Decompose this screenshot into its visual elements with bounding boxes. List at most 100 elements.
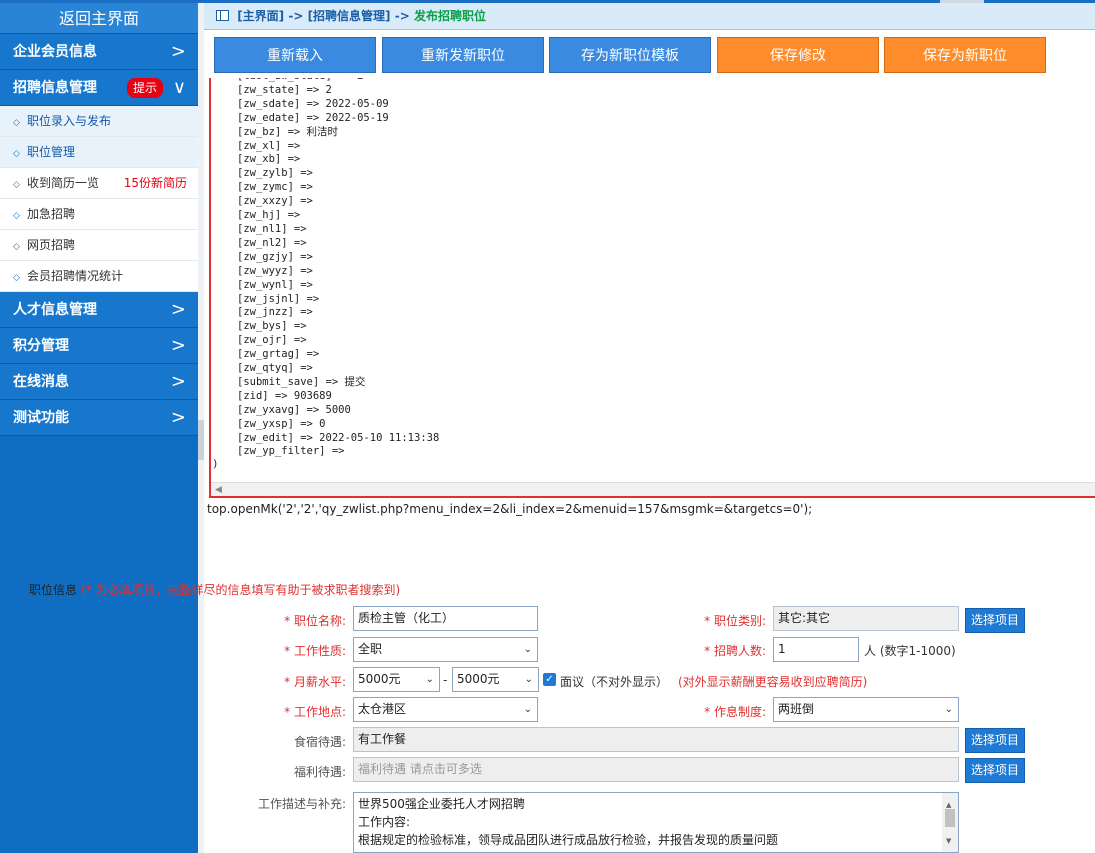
select-value: 5000元 <box>457 672 500 686</box>
sidebar-category-test[interactable]: 测试功能 > <box>0 400 198 436</box>
schedule-label: * 作息制度: <box>704 705 766 719</box>
sidebar-category-enterprise[interactable]: 企业会员信息 > <box>0 34 198 70</box>
salary-max-select[interactable]: 5000元 ⌄ <box>452 667 539 692</box>
sidebar-category-talent[interactable]: 人才信息管理 > <box>0 292 198 328</box>
sidebar: 返回主界面 企业会员信息 > 招聘信息管理 提示 ∨ ◇ 职位录入与发布 ◇ 职位管… <box>0 3 198 853</box>
job-type-field: 其它:其它 <box>773 606 959 631</box>
description-textarea[interactable]: 世界500强企业委托人才网招聘 工作内容: 根据规定的检验标准，领导成品团队进行… <box>353 792 959 853</box>
job-type-pick-button[interactable]: 选择项目 <box>965 608 1026 633</box>
sidebar-item-label: 网页招聘 <box>27 238 76 252</box>
form-hint: (* 为必填项目，完整详尽的信息填写有助于被求职者搜索到) <box>81 583 401 597</box>
description-line: 世界500强企业委托人才网招聘 <box>358 797 525 811</box>
meals-pick-button[interactable]: 选择项目 <box>965 728 1026 753</box>
select-value: 5000元 <box>358 672 401 686</box>
diamond-icon: ◇ <box>13 180 20 190</box>
chevron-down-icon: ⌄ <box>523 704 532 715</box>
diamond-icon: ◇ <box>13 211 20 221</box>
textarea-scrollbar[interactable]: ▲ ▼ <box>942 793 958 852</box>
reload-button[interactable]: 重新载入 <box>214 37 376 73</box>
sidebar-item-resumes[interactable]: ◇ 收到简历一览 15份新简历 <box>0 168 198 199</box>
sidebar-item-urgent[interactable]: ◇ 加急招聘 <box>0 199 198 230</box>
republish-button[interactable]: 重新发新职位 <box>382 37 544 73</box>
chevron-down-icon: ⌄ <box>425 674 434 685</box>
chevron-right-icon: > <box>170 335 186 356</box>
chevron-down-icon: ⌄ <box>524 674 533 685</box>
select-value: 两班倒 <box>778 702 815 716</box>
job-name-input[interactable]: 质检主管（化工） <box>353 606 538 631</box>
sidebar-category-points[interactable]: 积分管理 > <box>0 328 198 364</box>
horizontal-scrollbar[interactable]: ◀ <box>211 482 1095 496</box>
description-label: 工作描述与补充: <box>257 797 346 811</box>
benefits-field[interactable]: 福利待遇 请点击可多选 <box>353 757 959 782</box>
category-label: 在线消息 <box>13 374 69 390</box>
breadcrumb-section[interactable]: [招聘信息管理] <box>308 9 391 23</box>
sidebar-category-recruitment[interactable]: 招聘信息管理 提示 ∨ <box>0 70 198 106</box>
scroll-thumb[interactable] <box>945 809 955 827</box>
save-new-button[interactable]: 保存为新职位 <box>884 37 1046 73</box>
diamond-icon: ◇ <box>13 273 20 283</box>
schedule-select[interactable]: 两班倒 ⌄ <box>773 697 959 722</box>
js-output-line: top.openMk('2','2','qy_zwlist.php?menu_i… <box>207 502 813 516</box>
job-type-label: * 职位类别: <box>704 614 766 628</box>
chevron-right-icon: > <box>170 371 186 392</box>
diamond-icon: ◇ <box>13 118 20 128</box>
job-name-label: * 职位名称: <box>284 614 346 628</box>
sidebar-item-label: 职位管理 <box>27 145 76 159</box>
category-label: 招聘信息管理 <box>13 80 97 96</box>
headcount-input[interactable]: 1 <box>773 637 859 662</box>
sidebar-item-label: 会员招聘情况统计 <box>27 269 124 283</box>
negotiable-label: 面议（不对外显示） <box>560 675 669 689</box>
description-line: 工作内容: <box>358 815 411 829</box>
salary-dash: - <box>443 673 448 687</box>
diamond-icon: ◇ <box>13 242 20 252</box>
back-to-home-button[interactable]: 返回主界面 <box>0 3 198 34</box>
chevron-down-icon: ⌄ <box>523 644 532 655</box>
breadcrumb-home[interactable]: [主界面] <box>237 9 284 23</box>
scroll-down-icon[interactable]: ▼ <box>946 832 951 850</box>
sidebar-item-web-recruit[interactable]: ◇ 网页招聘 <box>0 230 198 261</box>
category-label: 测试功能 <box>13 410 69 426</box>
sidebar-item-job-management[interactable]: ◇ 职位管理 <box>0 137 198 168</box>
form-title: 职位信息 (* 为必填项目，完整详尽的信息填写有助于被求职者搜索到) <box>29 581 400 598</box>
negotiable-checkbox[interactable]: ✓ <box>543 673 556 686</box>
description-line: 根据规定的检验标准，领导成品团队进行成品放行检验，并报告发现的质量问题 <box>358 833 779 847</box>
scroll-left-icon[interactable]: ◀ <box>215 483 222 496</box>
location-label: * 工作地点: <box>284 705 346 719</box>
new-resume-count: 15份新简历 <box>123 176 187 190</box>
breadcrumb-separator: -> <box>284 9 308 23</box>
sidebar-item-post-job[interactable]: ◇ 职位录入与发布 <box>0 106 198 137</box>
salary-min-select[interactable]: 5000元 ⌄ <box>353 667 440 692</box>
chevron-down-icon: ∨ <box>172 77 186 98</box>
chevron-down-icon: ⌄ <box>944 704 953 715</box>
headcount-unit: 人 (数字1-1000) <box>864 644 956 658</box>
recruitment-submenu: ◇ 职位录入与发布 ◇ 职位管理 ◇ 收到简历一览 15份新简历 ◇ 加急招聘 ◇ 网页招… <box>0 106 198 292</box>
meals-label: 食宿待遇: <box>293 735 346 749</box>
breadcrumb: [主界面] -> [招聘信息管理] -> 发布招聘职位 <box>204 3 1095 30</box>
debug-output: [last_zw_state] => 2 [zw_state] => 2 [zw… <box>209 78 1095 498</box>
main-panel: [主界面] -> [招聘信息管理] -> 发布招聘职位 重新载入 重新发新职位 … <box>204 3 1095 853</box>
select-value: 全职 <box>358 642 383 656</box>
salary-tip: (对外显示薪酬更容易收到应聘简历) <box>678 675 868 689</box>
sidebar-item-label: 职位录入与发布 <box>27 114 112 128</box>
benefits-pick-button[interactable]: 选择项目 <box>965 758 1026 783</box>
work-nature-select[interactable]: 全职 ⌄ <box>353 637 538 662</box>
diamond-icon: ◇ <box>13 149 20 159</box>
debug-close-paren: ) <box>212 457 219 470</box>
salary-label: * 月薪水平: <box>284 675 346 689</box>
form-title-text: 职位信息 <box>29 583 78 597</box>
notice-badge: 提示 <box>127 78 164 98</box>
save-changes-button[interactable]: 保存修改 <box>717 37 879 73</box>
chevron-right-icon: > <box>170 41 186 62</box>
category-label: 积分管理 <box>13 338 69 354</box>
sidebar-item-stats[interactable]: ◇ 会员招聘情况统计 <box>0 261 198 292</box>
meals-field: 有工作餐 <box>353 727 959 752</box>
headcount-label: * 招聘人数: <box>704 644 766 658</box>
location-select[interactable]: 太仓港区 ⌄ <box>353 697 538 722</box>
category-label: 企业会员信息 <box>13 44 97 60</box>
toolbar: 重新载入 重新发新职位 存为新职位模板 保存修改 保存为新职位 <box>204 30 1095 78</box>
save-template-button[interactable]: 存为新职位模板 <box>549 37 711 73</box>
select-value: 太仓港区 <box>358 702 407 716</box>
sidebar-category-messages[interactable]: 在线消息 > <box>0 364 198 400</box>
debug-dump-text: [last_zw_state] => 2 [zw_state] => 2 [zw… <box>237 78 440 458</box>
breadcrumb-current: 发布招聘职位 <box>413 9 486 23</box>
